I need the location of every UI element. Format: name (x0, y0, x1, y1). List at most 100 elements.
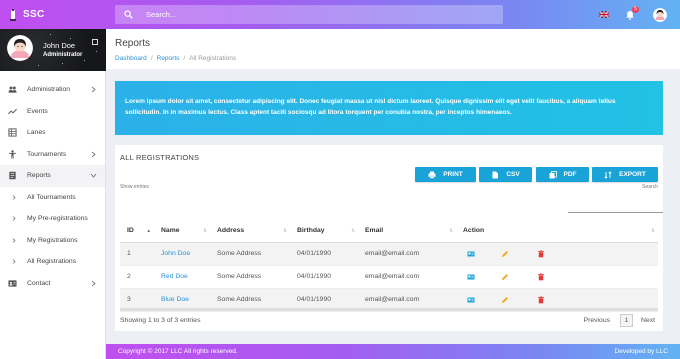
sidebar-item-label: Reports (27, 172, 51, 180)
sort-asc-icon: ▲ (146, 228, 151, 233)
column-header-birthday[interactable]: Birthday ⇅ (290, 220, 358, 243)
csv-button[interactable]: CSV (479, 167, 532, 182)
print-icon (428, 171, 436, 179)
column-header-action[interactable]: Action ⇅ (456, 220, 658, 243)
footer: Copyright © 2017 LLC All rights reserved… (106, 344, 680, 359)
delete-trash-icon[interactable] (537, 296, 545, 304)
cell-id: 2 (120, 265, 154, 289)
sidebar-subitem-my-registrations[interactable]: My Registrations (0, 230, 105, 252)
column-header-address[interactable]: Address ⇅ (210, 220, 290, 243)
chevron-right-icon (12, 194, 16, 200)
sidebar-subitem-label: My Registrations (27, 236, 78, 244)
sort-icon: ⇅ (283, 228, 287, 233)
sort-icon: ⇅ (449, 228, 453, 233)
brand[interactable]: SSC (0, 0, 106, 29)
sidebar-nav: Administration Events Lanes Tournaments (0, 71, 105, 294)
cell-actions (456, 242, 658, 266)
uk-flag-icon[interactable] (599, 11, 609, 18)
print-button[interactable]: PRINT (415, 167, 476, 182)
delete-trash-icon[interactable] (537, 250, 545, 258)
table-search-input[interactable] (568, 212, 663, 213)
chevron-right-icon (91, 86, 96, 93)
sidebar-item-label: Lanes (27, 129, 46, 137)
trend-icon (8, 108, 17, 114)
export-label: EXPORT (619, 171, 646, 178)
sidebar-subitem-label: My Pre-registrations (27, 215, 88, 223)
delete-trash-icon[interactable] (537, 273, 545, 281)
view-card-icon[interactable] (467, 250, 475, 258)
sort-icon: ⇅ (351, 228, 355, 233)
cell-address: Some Address (210, 265, 290, 289)
column-header-name[interactable]: Name ⇅ (154, 220, 210, 243)
chevron-right-icon (12, 216, 16, 221)
sidebar-item-label: Events (27, 107, 48, 115)
search-bar[interactable] (115, 5, 503, 24)
breadcrumb-reports[interactable]: Reports (157, 55, 180, 62)
view-card-icon[interactable] (467, 296, 475, 304)
cell-email: email@email.com (358, 242, 456, 266)
export-button[interactable]: EXPORT (592, 167, 658, 182)
cell-actions (456, 265, 658, 289)
sidebar-subitem-label: All Tournaments (27, 193, 76, 201)
card-title: ALL REGISTRATIONS (120, 153, 200, 162)
sidebar-subitem-all-registrations[interactable]: All Registrations (0, 251, 105, 273)
table-icon (8, 128, 17, 137)
brand-name: SSC (23, 9, 45, 20)
user-avatar[interactable] (653, 7, 667, 22)
people-icon (8, 86, 17, 93)
pdf-button[interactable]: PDF (536, 167, 589, 182)
chevron-right-icon (91, 151, 96, 157)
column-header-email[interactable]: Email ⇅ (358, 220, 456, 243)
edit-pencil-icon[interactable] (501, 296, 509, 304)
cell-name-link[interactable]: Red Doe (161, 273, 188, 280)
table-header-row: ID ▲ Name ⇅ Address ⇅ Birthday ⇅ Email ⇅ Acti… (120, 220, 658, 243)
view-card-icon[interactable] (467, 273, 475, 281)
cell-id: 1 (120, 242, 154, 266)
cell-address: Some Address (210, 242, 290, 266)
breadcrumb-current: All Registrations (189, 55, 237, 62)
notifications-button[interactable]: 5 (625, 5, 639, 20)
logo-icon (10, 8, 16, 21)
breadcrumb: Dashboard / Reports / All Registrations (115, 55, 237, 62)
registrations-card: ALL REGISTRATIONS PRINT CSV PDF EXPORT S… (115, 145, 663, 331)
search-icon (124, 10, 133, 19)
page-header: Reports Dashboard / Reports / All Registrati… (106, 29, 680, 69)
chevron-right-icon (91, 280, 96, 286)
sidebar-item-label: Tournaments (27, 150, 67, 158)
sidebar-subitem-my-pre-registrations[interactable]: My Pre-registrations (0, 208, 105, 230)
csv-label: CSV (506, 171, 520, 178)
sidebar-item-contact[interactable]: Contact (0, 273, 105, 295)
pagination-previous[interactable]: Previous (584, 317, 610, 324)
sidebar-item-administration[interactable]: Administration (0, 79, 105, 101)
table-info: Showing 1 to 3 of 3 entries (120, 317, 201, 324)
cell-email: email@email.com (358, 265, 456, 289)
footer-credit: Developed by LLC (614, 348, 668, 355)
cell-birthday: 04/01/1990 (290, 242, 358, 266)
sidebar-item-events[interactable]: Events (0, 101, 105, 123)
sidebar-item-reports[interactable]: Reports (0, 165, 105, 187)
chevron-down-icon (90, 173, 97, 178)
cell-name-link[interactable]: John Doe (161, 250, 190, 257)
person-icon (8, 149, 17, 159)
show-entries-label[interactable]: Show entries (120, 184, 149, 190)
sidebar-subitem-label: All Registrations (27, 258, 77, 266)
cell-name-link[interactable]: Blue Doe (161, 296, 189, 303)
profile-menu-button[interactable] (92, 39, 98, 45)
export-icon (604, 170, 612, 179)
horizontal-scrollbar[interactable] (120, 308, 658, 311)
pagination-next[interactable]: Next (641, 317, 655, 324)
edit-pencil-icon[interactable] (501, 273, 509, 281)
edit-pencil-icon[interactable] (501, 250, 509, 258)
profile-name: John Doe (43, 41, 76, 50)
breadcrumb-dashboard[interactable]: Dashboard (115, 55, 147, 62)
sidebar-item-lanes[interactable]: Lanes (0, 122, 105, 144)
page-title: Reports (115, 38, 151, 49)
column-header-id[interactable]: ID ▲ (120, 220, 154, 243)
sidebar-subitem-all-tournaments[interactable]: All Tournaments (0, 187, 105, 209)
sidebar-item-tournaments[interactable]: Tournaments (0, 144, 105, 166)
pdf-label: PDF (563, 171, 577, 178)
pagination-page-1[interactable]: 1 (620, 314, 634, 327)
search-input[interactable] (146, 10, 446, 19)
contact-icon (8, 279, 17, 287)
cell-birthday: 04/01/1990 (290, 265, 358, 289)
